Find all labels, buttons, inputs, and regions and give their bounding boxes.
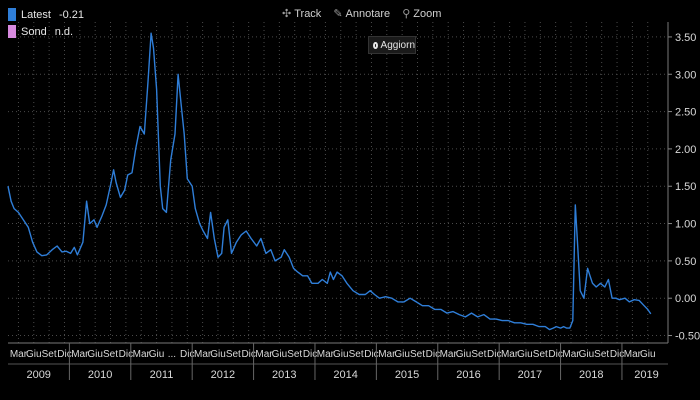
- zoom-button[interactable]: ⚲ Zoom: [402, 7, 442, 21]
- x-tick-label: Giu: [272, 349, 288, 360]
- year-label: 2009: [26, 369, 50, 381]
- x-tick-label: Set: [410, 349, 425, 360]
- track-button[interactable]: ✣ Track: [282, 7, 322, 21]
- legend-item-sond[interactable]: Sond n.d.: [8, 23, 84, 40]
- legend-value-sond: n.d.: [54, 25, 74, 38]
- annotate-button[interactable]: ✎ Annotare: [333, 7, 391, 21]
- crosshair-icon: ✣: [282, 8, 292, 20]
- legend: Latest -0.21 Sond n.d.: [8, 6, 84, 40]
- x-tick-label: Set: [287, 349, 302, 360]
- x-tick-label: Giu: [210, 349, 226, 360]
- year-label: 2012: [211, 369, 235, 381]
- zoom-label: Zoom: [413, 7, 442, 20]
- x-tick-label: Giu: [333, 349, 349, 360]
- legend-label-sond: Sond: [21, 25, 47, 38]
- legend-swatch-sond: [8, 25, 16, 38]
- y-tick-label: 2.50: [675, 107, 696, 119]
- annotate-label: Annotare: [345, 7, 391, 20]
- y-axis: 3.50 3.00 2.50 2.00 1.50 1.00 0.50 0.00 -0.50: [667, 22, 700, 343]
- y-tick-label: -0.50: [675, 331, 700, 343]
- y-tick-label: 0.50: [675, 256, 696, 268]
- magnifier-icon: ⚲: [402, 8, 411, 20]
- year-label: 2010: [88, 369, 112, 381]
- y-tick-label: 1.00: [675, 219, 696, 231]
- x-tick-label: Set: [349, 349, 364, 360]
- x-tick-label: Giu: [579, 349, 595, 360]
- x-tick-label: Giu: [394, 349, 410, 360]
- refresh-label: Aggiorn: [380, 39, 415, 51]
- year-label: 2014: [333, 369, 357, 381]
- x-tick-label: Set: [594, 349, 609, 360]
- y-tick-label: 2.00: [675, 144, 696, 156]
- x-tick-label: Giu: [87, 349, 103, 360]
- line-chart: MarGiu Set Dic MarGiu Set Dic MarGiu... Dic MarG…: [7, 22, 700, 381]
- legend-value-latest: -0.21: [58, 8, 85, 21]
- y-tick-label: 3.00: [675, 69, 696, 81]
- x-tick-label: Giu: [456, 349, 472, 360]
- x-tick-label: Set: [226, 349, 241, 360]
- y-tick-label: 0.00: [675, 293, 696, 305]
- year-label: 2018: [579, 369, 603, 381]
- x-tick-label: Set: [533, 349, 548, 360]
- x-tick-label: Giu: [517, 349, 533, 360]
- y-tick-label: 3.50: [675, 32, 696, 44]
- x-tick-label: Set: [42, 349, 57, 360]
- chart-toolbar: ✣ Track ✎ Annotare ⚲ Zoom: [282, 7, 442, 21]
- series-line-latest: [7, 32, 652, 331]
- x-axis: MarGiu Set Dic MarGiu Set Dic MarGiu... Dic MarG…: [8, 342, 668, 381]
- x-tick-label: Giu: [149, 349, 165, 360]
- year-label: 2017: [518, 369, 542, 381]
- pencil-icon: ✎: [333, 8, 343, 20]
- series-group: [7, 32, 652, 331]
- year-label: 2019: [634, 369, 658, 381]
- legend-item-latest[interactable]: Latest -0.21: [8, 6, 84, 23]
- year-label: 2011: [150, 369, 174, 381]
- x-tick-label: Giu: [26, 349, 42, 360]
- chart-grid: [8, 22, 668, 343]
- y-tick-label: 1.50: [675, 181, 696, 193]
- refresh-button[interactable]: Aggiorn: [368, 36, 416, 54]
- refresh-icon: [373, 41, 378, 49]
- legend-label-latest: Latest: [21, 8, 51, 21]
- x-tick-label: Set: [103, 349, 118, 360]
- year-label: 2015: [395, 369, 419, 381]
- year-label: 2016: [456, 369, 480, 381]
- track-label: Track: [294, 7, 322, 20]
- x-tick-label: ...: [168, 349, 176, 360]
- x-tick-label: Set: [471, 349, 486, 360]
- x-tick-label: Giu: [640, 349, 656, 360]
- year-label: 2013: [272, 369, 296, 381]
- legend-swatch-latest: [8, 8, 16, 21]
